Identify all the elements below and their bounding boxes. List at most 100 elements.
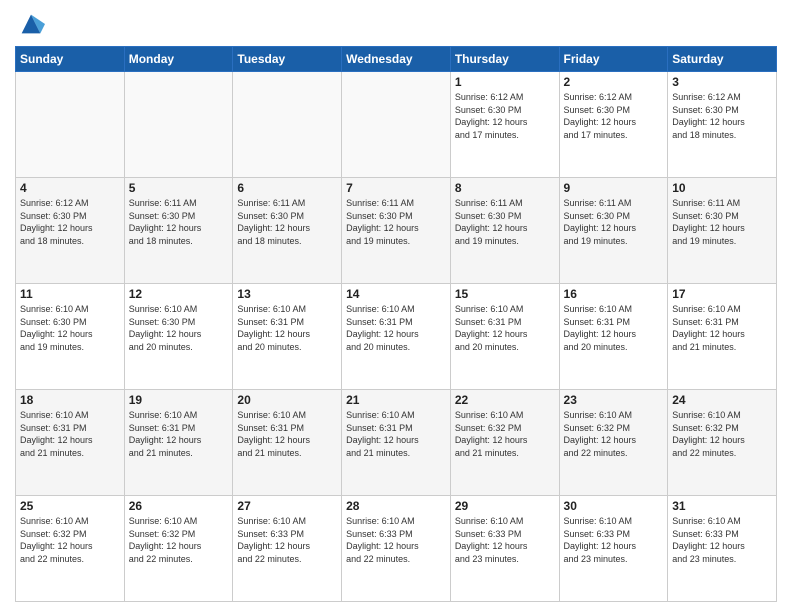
calendar-cell: 8Sunrise: 6:11 AM Sunset: 6:30 PM Daylig… bbox=[450, 178, 559, 284]
day-info: Sunrise: 6:10 AM Sunset: 6:31 PM Dayligh… bbox=[237, 409, 337, 459]
weekday-header-monday: Monday bbox=[124, 47, 233, 72]
day-info: Sunrise: 6:10 AM Sunset: 6:30 PM Dayligh… bbox=[20, 303, 120, 353]
day-number: 11 bbox=[20, 287, 120, 301]
calendar-cell: 4Sunrise: 6:12 AM Sunset: 6:30 PM Daylig… bbox=[16, 178, 125, 284]
day-number: 21 bbox=[346, 393, 446, 407]
calendar-cell: 24 Sunrise: 6:10 AM Sunset: 6:32 PM Dayli… bbox=[668, 390, 777, 496]
day-info: Sunrise: 6:10 AM Sunset: 6:31 PM Dayligh… bbox=[237, 303, 337, 353]
calendar-cell: 26 Sunrise: 6:10 AM Sunset: 6:32 PM Dayli… bbox=[124, 496, 233, 602]
day-info: Sunrise: 6:11 AM Sunset: 6:30 PM Dayligh… bbox=[455, 197, 555, 247]
day-number: 14 bbox=[346, 287, 446, 301]
week-row-1: 1 Sunrise: 6:12 AM Sunset: 6:30 PM Daylig… bbox=[16, 72, 777, 178]
day-number: 2 bbox=[564, 75, 664, 89]
calendar-cell: 11 Sunrise: 6:10 AM Sunset: 6:30 PM Dayli… bbox=[16, 284, 125, 390]
day-info: Sunrise: 6:10 AM Sunset: 6:31 PM Dayligh… bbox=[672, 303, 772, 353]
day-number: 13 bbox=[237, 287, 337, 301]
day-info: Sunrise: 6:11 AM Sunset: 6:30 PM Dayligh… bbox=[564, 197, 664, 247]
day-info: Sunrise: 6:10 AM Sunset: 6:31 PM Dayligh… bbox=[564, 303, 664, 353]
day-info: Sunrise: 6:10 AM Sunset: 6:33 PM Dayligh… bbox=[455, 515, 555, 565]
day-number: 20 bbox=[237, 393, 337, 407]
calendar-cell: 27 Sunrise: 6:10 AM Sunset: 6:33 PM Dayli… bbox=[233, 496, 342, 602]
day-number: 5 bbox=[129, 181, 229, 195]
day-number: 16 bbox=[564, 287, 664, 301]
day-number: 29 bbox=[455, 499, 555, 513]
page: SundayMondayTuesdayWednesdayThursdayFrid… bbox=[0, 0, 792, 612]
day-info: Sunrise: 6:11 AM Sunset: 6:30 PM Dayligh… bbox=[129, 197, 229, 247]
day-number: 31 bbox=[672, 499, 772, 513]
day-number: 26 bbox=[129, 499, 229, 513]
calendar-cell bbox=[233, 72, 342, 178]
day-info: Sunrise: 6:12 AM Sunset: 6:30 PM Dayligh… bbox=[564, 91, 664, 141]
day-number: 6 bbox=[237, 181, 337, 195]
calendar-cell: 14 Sunrise: 6:10 AM Sunset: 6:31 PM Dayli… bbox=[342, 284, 451, 390]
calendar-table: SundayMondayTuesdayWednesdayThursdayFrid… bbox=[15, 46, 777, 602]
day-number: 10 bbox=[672, 181, 772, 195]
calendar-cell bbox=[124, 72, 233, 178]
logo-icon bbox=[17, 10, 45, 38]
weekday-header-tuesday: Tuesday bbox=[233, 47, 342, 72]
day-number: 19 bbox=[129, 393, 229, 407]
weekday-header-thursday: Thursday bbox=[450, 47, 559, 72]
calendar-cell: 6 Sunrise: 6:11 AM Sunset: 6:30 PM Daylig… bbox=[233, 178, 342, 284]
weekday-header-row: SundayMondayTuesdayWednesdayThursdayFrid… bbox=[16, 47, 777, 72]
day-info: Sunrise: 6:10 AM Sunset: 6:31 PM Dayligh… bbox=[346, 303, 446, 353]
day-info: Sunrise: 6:10 AM Sunset: 6:31 PM Dayligh… bbox=[20, 409, 120, 459]
calendar-cell: 23Sunrise: 6:10 AM Sunset: 6:32 PM Dayli… bbox=[559, 390, 668, 496]
day-info: Sunrise: 6:10 AM Sunset: 6:31 PM Dayligh… bbox=[129, 409, 229, 459]
day-info: Sunrise: 6:11 AM Sunset: 6:30 PM Dayligh… bbox=[346, 197, 446, 247]
weekday-header-friday: Friday bbox=[559, 47, 668, 72]
calendar-cell: 20 Sunrise: 6:10 AM Sunset: 6:31 PM Dayli… bbox=[233, 390, 342, 496]
day-number: 15 bbox=[455, 287, 555, 301]
calendar-cell: 17Sunrise: 6:10 AM Sunset: 6:31 PM Dayli… bbox=[668, 284, 777, 390]
day-info: Sunrise: 6:10 AM Sunset: 6:32 PM Dayligh… bbox=[455, 409, 555, 459]
day-number: 18 bbox=[20, 393, 120, 407]
day-info: Sunrise: 6:11 AM Sunset: 6:30 PM Dayligh… bbox=[672, 197, 772, 247]
calendar-cell: 22 Sunrise: 6:10 AM Sunset: 6:32 PM Dayli… bbox=[450, 390, 559, 496]
calendar-cell bbox=[342, 72, 451, 178]
calendar-cell: 15Sunrise: 6:10 AM Sunset: 6:31 PM Dayli… bbox=[450, 284, 559, 390]
calendar-cell: 18 Sunrise: 6:10 AM Sunset: 6:31 PM Dayli… bbox=[16, 390, 125, 496]
day-number: 30 bbox=[564, 499, 664, 513]
calendar-cell bbox=[16, 72, 125, 178]
day-number: 23 bbox=[564, 393, 664, 407]
calendar-cell: 10 Sunrise: 6:11 AM Sunset: 6:30 PM Dayli… bbox=[668, 178, 777, 284]
weekday-header-saturday: Saturday bbox=[668, 47, 777, 72]
calendar-cell: 1Sunrise: 6:12 AM Sunset: 6:30 PM Daylig… bbox=[450, 72, 559, 178]
day-number: 3 bbox=[672, 75, 772, 89]
calendar-cell: 2 Sunrise: 6:12 AM Sunset: 6:30 PM Daylig… bbox=[559, 72, 668, 178]
week-row-5: 25 Sunrise: 6:10 AM Sunset: 6:32 PM Dayli… bbox=[16, 496, 777, 602]
day-info: Sunrise: 6:11 AM Sunset: 6:30 PM Dayligh… bbox=[237, 197, 337, 247]
day-number: 12 bbox=[129, 287, 229, 301]
week-row-2: 4Sunrise: 6:12 AM Sunset: 6:30 PM Daylig… bbox=[16, 178, 777, 284]
calendar-cell: 3 Sunrise: 6:12 AM Sunset: 6:30 PM Daylig… bbox=[668, 72, 777, 178]
day-number: 1 bbox=[455, 75, 555, 89]
day-info: Sunrise: 6:10 AM Sunset: 6:31 PM Dayligh… bbox=[346, 409, 446, 459]
day-number: 24 bbox=[672, 393, 772, 407]
calendar-cell: 25 Sunrise: 6:10 AM Sunset: 6:32 PM Dayli… bbox=[16, 496, 125, 602]
day-info: Sunrise: 6:12 AM Sunset: 6:30 PM Dayligh… bbox=[672, 91, 772, 141]
calendar-cell: 9 Sunrise: 6:11 AM Sunset: 6:30 PM Daylig… bbox=[559, 178, 668, 284]
day-info: Sunrise: 6:10 AM Sunset: 6:32 PM Dayligh… bbox=[129, 515, 229, 565]
calendar-cell: 13 Sunrise: 6:10 AM Sunset: 6:31 PM Dayli… bbox=[233, 284, 342, 390]
day-info: Sunrise: 6:12 AM Sunset: 6:30 PM Dayligh… bbox=[20, 197, 120, 247]
calendar-cell: 21 Sunrise: 6:10 AM Sunset: 6:31 PM Dayli… bbox=[342, 390, 451, 496]
day-number: 9 bbox=[564, 181, 664, 195]
weekday-header-sunday: Sunday bbox=[16, 47, 125, 72]
day-info: Sunrise: 6:10 AM Sunset: 6:33 PM Dayligh… bbox=[237, 515, 337, 565]
day-info: Sunrise: 6:10 AM Sunset: 6:33 PM Dayligh… bbox=[346, 515, 446, 565]
week-row-3: 11 Sunrise: 6:10 AM Sunset: 6:30 PM Dayli… bbox=[16, 284, 777, 390]
calendar-cell: 29 Sunrise: 6:10 AM Sunset: 6:33 PM Dayli… bbox=[450, 496, 559, 602]
day-number: 25 bbox=[20, 499, 120, 513]
day-number: 28 bbox=[346, 499, 446, 513]
day-number: 27 bbox=[237, 499, 337, 513]
calendar-cell: 30 Sunrise: 6:10 AM Sunset: 6:33 PM Dayli… bbox=[559, 496, 668, 602]
calendar-cell: 16 Sunrise: 6:10 AM Sunset: 6:31 PM Dayli… bbox=[559, 284, 668, 390]
day-info: Sunrise: 6:10 AM Sunset: 6:33 PM Dayligh… bbox=[564, 515, 664, 565]
day-info: Sunrise: 6:10 AM Sunset: 6:32 PM Dayligh… bbox=[20, 515, 120, 565]
day-info: Sunrise: 6:10 AM Sunset: 6:30 PM Dayligh… bbox=[129, 303, 229, 353]
day-number: 7 bbox=[346, 181, 446, 195]
week-row-4: 18 Sunrise: 6:10 AM Sunset: 6:31 PM Dayli… bbox=[16, 390, 777, 496]
day-info: Sunrise: 6:10 AM Sunset: 6:32 PM Dayligh… bbox=[672, 409, 772, 459]
calendar-cell: 7 Sunrise: 6:11 AM Sunset: 6:30 PM Daylig… bbox=[342, 178, 451, 284]
day-number: 22 bbox=[455, 393, 555, 407]
